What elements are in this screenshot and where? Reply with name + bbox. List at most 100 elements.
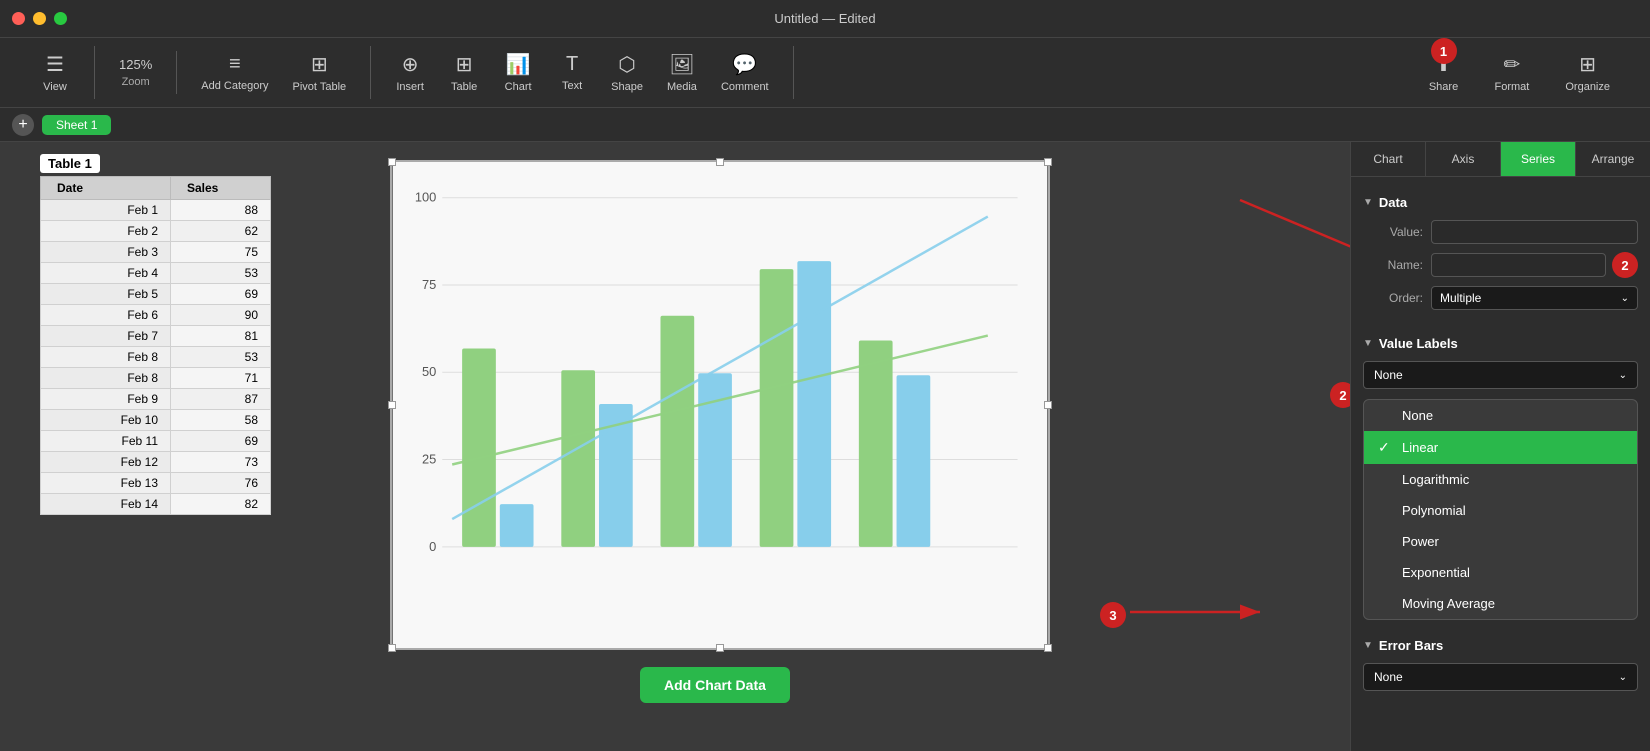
cell-sales[interactable]: 62	[171, 221, 271, 242]
name-input[interactable]	[1431, 253, 1606, 277]
dropdown-logarithmic-label: Logarithmic	[1402, 472, 1469, 487]
dropdown-item-exponential[interactable]: Exponential	[1364, 557, 1637, 588]
table-row: Feb 453	[41, 263, 271, 284]
step-1-badge: 1	[1431, 38, 1457, 64]
tab-series[interactable]: Series	[1501, 142, 1576, 176]
cell-date[interactable]: Feb 8	[41, 347, 171, 368]
handle-tl[interactable]	[388, 158, 396, 166]
text-button[interactable]: T Text	[547, 47, 597, 98]
organize-button[interactable]: ⊞ Organize	[1555, 46, 1620, 99]
handle-tm[interactable]	[716, 158, 724, 166]
dropdown-item-polynomial[interactable]: Polynomial	[1364, 495, 1637, 526]
order-dropdown[interactable]: Multiple ⌄	[1431, 286, 1638, 310]
table-row: Feb 853	[41, 347, 271, 368]
table-label: Table	[451, 81, 477, 93]
cell-sales[interactable]: 87	[171, 389, 271, 410]
maximize-button[interactable]	[54, 12, 67, 25]
table-icon: ⊞	[456, 52, 473, 77]
data-section-header: ▼ Data	[1363, 195, 1638, 210]
value-labels-dropdown[interactable]: None ⌄	[1363, 361, 1638, 389]
cell-date[interactable]: Feb 11	[41, 431, 171, 452]
shape-icon: ⬡	[618, 52, 635, 77]
error-bars-chevron-icon: ▼	[1363, 640, 1373, 651]
cell-sales[interactable]: 69	[171, 284, 271, 305]
cell-sales[interactable]: 53	[171, 263, 271, 284]
cell-sales[interactable]: 53	[171, 347, 271, 368]
text-icon: T	[566, 53, 578, 76]
handle-bl[interactable]	[388, 644, 396, 652]
table-row: Feb 375	[41, 242, 271, 263]
close-button[interactable]	[12, 12, 25, 25]
tab-arrange[interactable]: Arrange	[1576, 142, 1650, 176]
sheet-tab-1[interactable]: Sheet 1	[42, 115, 111, 135]
cell-date[interactable]: Feb 4	[41, 263, 171, 284]
tab-chart[interactable]: Chart	[1351, 142, 1426, 176]
handle-tr[interactable]	[1044, 158, 1052, 166]
svg-text:25: 25	[422, 452, 436, 467]
shape-button[interactable]: ⬡ Shape	[601, 46, 653, 99]
cell-date[interactable]: Feb 9	[41, 389, 171, 410]
cell-date[interactable]: Feb 8	[41, 368, 171, 389]
cell-sales[interactable]: 71	[171, 368, 271, 389]
pivot-table-button[interactable]: ⊞ Pivot Table	[283, 46, 357, 99]
insert-button[interactable]: ⊕ Insert	[385, 46, 435, 99]
add-chart-data-area: Add Chart Data	[640, 667, 790, 703]
cell-date[interactable]: Feb 6	[41, 305, 171, 326]
cell-date[interactable]: Feb 12	[41, 452, 171, 473]
chart-container[interactable]: 100 75 50 25 0	[390, 160, 1050, 650]
right-panel: Chart Axis Series Arrange ▼ Data Value: …	[1350, 142, 1650, 751]
add-chart-data-button[interactable]: Add Chart Data	[640, 667, 790, 703]
error-bars-control: None ⌄	[1363, 663, 1638, 691]
handle-mr[interactable]	[1044, 401, 1052, 409]
dropdown-item-none[interactable]: None	[1364, 400, 1637, 431]
shape-label: Shape	[611, 81, 643, 93]
insert-label: Insert	[396, 81, 424, 93]
comment-label: Comment	[721, 81, 769, 93]
cell-sales[interactable]: 75	[171, 242, 271, 263]
cell-date[interactable]: Feb 10	[41, 410, 171, 431]
handle-br[interactable]	[1044, 644, 1052, 652]
handle-ml[interactable]	[388, 401, 396, 409]
cell-sales[interactable]: 81	[171, 326, 271, 347]
step-2-badge-panel: 2	[1612, 252, 1638, 278]
dropdown-item-linear[interactable]: ✓ Linear	[1364, 431, 1637, 464]
toolbar: ☰ View 125% Zoom ≡ Add Category ⊞ Pivot …	[0, 38, 1650, 108]
view-button[interactable]: ☰ View	[30, 46, 80, 99]
value-input[interactable]	[1431, 220, 1638, 244]
table-row: Feb 987	[41, 389, 271, 410]
cell-sales[interactable]: 76	[171, 473, 271, 494]
cell-date[interactable]: Feb 5	[41, 284, 171, 305]
table-row: Feb 690	[41, 305, 271, 326]
tab-axis[interactable]: Axis	[1426, 142, 1501, 176]
format-button[interactable]: ✏ Format	[1485, 46, 1540, 99]
dropdown-item-power[interactable]: Power	[1364, 526, 1637, 557]
add-sheet-button[interactable]: +	[12, 114, 34, 136]
cell-sales[interactable]: 82	[171, 494, 271, 515]
cell-date[interactable]: Feb 13	[41, 473, 171, 494]
cell-date[interactable]: Feb 3	[41, 242, 171, 263]
minimize-button[interactable]	[33, 12, 46, 25]
cell-date[interactable]: Feb 7	[41, 326, 171, 347]
cell-sales[interactable]: 90	[171, 305, 271, 326]
dropdown-moving-average-label: Moving Average	[1402, 596, 1495, 611]
dropdown-item-moving-average[interactable]: Moving Average	[1364, 588, 1637, 619]
dropdown-item-logarithmic[interactable]: Logarithmic	[1364, 464, 1637, 495]
cell-date[interactable]: Feb 2	[41, 221, 171, 242]
add-category-button[interactable]: ≡ Add Category	[191, 47, 278, 98]
cell-sales[interactable]: 58	[171, 410, 271, 431]
cell-date[interactable]: Feb 14	[41, 494, 171, 515]
error-bars-dropdown[interactable]: None ⌄	[1363, 663, 1638, 691]
cell-sales[interactable]: 73	[171, 452, 271, 473]
zoom-button[interactable]: 125% Zoom	[109, 51, 162, 94]
share-button[interactable]: ⬆ Share 1	[1419, 46, 1469, 99]
handle-bm[interactable]	[716, 644, 724, 652]
table-button[interactable]: ⊞ Table	[439, 46, 489, 99]
linear-check-icon: ✓	[1378, 439, 1394, 456]
media-button[interactable]: 🖼 Media	[657, 46, 707, 99]
cell-sales[interactable]: 88	[171, 200, 271, 221]
chart-button[interactable]: 📊 Chart	[493, 46, 543, 99]
svg-text:100: 100	[415, 190, 436, 205]
cell-sales[interactable]: 69	[171, 431, 271, 452]
comment-button[interactable]: 💬 Comment	[711, 46, 779, 99]
cell-date[interactable]: Feb 1	[41, 200, 171, 221]
